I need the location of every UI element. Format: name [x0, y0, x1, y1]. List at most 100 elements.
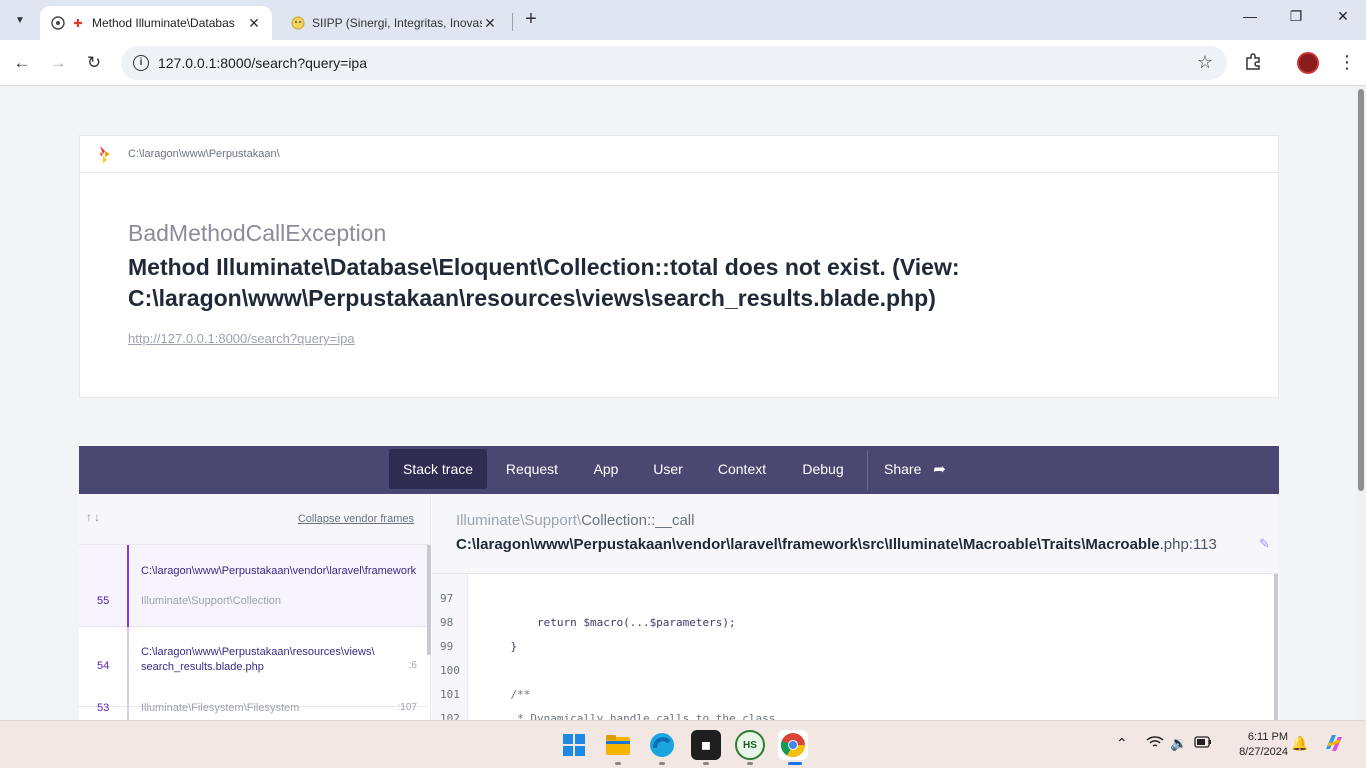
line-code: }	[484, 640, 518, 653]
line-code: /**	[484, 688, 531, 701]
error-card-header: C:\laragon\www\Perpustakaan\	[80, 136, 1278, 173]
extensions-icon[interactable]	[1244, 52, 1262, 75]
line-number: 99	[440, 640, 454, 653]
code-line: 99 }	[432, 640, 1272, 660]
line-number: 101	[440, 688, 460, 701]
error-card: C:\laragon\www\Perpustakaan\ BadMethodCa…	[79, 135, 1279, 398]
ignition-logo-icon	[98, 144, 112, 164]
tab-request[interactable]: Request	[497, 449, 567, 489]
close-window-icon[interactable]: ✕	[1329, 8, 1357, 32]
frame-file: C:\laragon\www\Perpustakaan\vendor\larav…	[141, 565, 417, 577]
page-scrollbar[interactable]	[1356, 87, 1366, 720]
tab-active[interactable]: ✚ Method Illuminate\Databas ✕	[40, 6, 272, 40]
code-line: 102 * Dynamically handle calls to the cl…	[432, 712, 1272, 720]
windows-start-icon[interactable]	[559, 730, 589, 760]
notification-bell-icon[interactable]: 🔔	[1291, 735, 1308, 752]
code-line: 101 /**	[432, 688, 1272, 708]
battery-icon[interactable]	[1194, 735, 1212, 751]
tab-context[interactable]: Context	[707, 449, 777, 489]
stack-trace-panel: ↑↓ Collapse vendor frames C:\laragon\www…	[79, 494, 1279, 720]
forward-icon[interactable]: →	[46, 51, 70, 75]
windows-taskbar: ◼ HS ⌃ 🔉 6:11 PM 8/27/2024 🔔	[0, 720, 1366, 768]
class-namespace: Illuminate\Support\	[456, 512, 582, 529]
frame-item[interactable]: 53 Illuminate\Filesystem\Filesystem :107	[79, 694, 427, 720]
tab-divider	[512, 13, 513, 31]
running-indicator	[747, 762, 753, 765]
tab-title: SIIPP (Sinergi, Integritas, Inovasi	[312, 16, 482, 30]
heidisql-icon[interactable]: HS	[735, 730, 765, 760]
show-hidden-icons-icon[interactable]: ⌃	[1116, 735, 1128, 752]
collapse-vendor-frames-link[interactable]: Collapse vendor frames	[298, 513, 414, 525]
copilot-icon[interactable]	[1322, 731, 1346, 758]
frame-nav-arrows-icon[interactable]: ↑↓	[86, 510, 102, 524]
frame-class: Illuminate\Filesystem\Filesystem	[141, 702, 300, 714]
frame-number: 54	[97, 660, 110, 672]
frame-number: 53	[97, 702, 110, 714]
globe-icon	[50, 15, 66, 31]
close-tab-icon[interactable]: ✕	[482, 15, 498, 32]
code-scrollbar[interactable]	[1274, 574, 1278, 720]
running-indicator	[703, 762, 709, 765]
close-tab-icon[interactable]: ✕	[246, 15, 262, 32]
flame-favicon-icon: ✚	[73, 17, 83, 30]
exception-class: BadMethodCallException	[128, 220, 387, 246]
code-snippet: 97 98 return $macro(...$parameters); 99 …	[432, 574, 1279, 720]
capcut-icon[interactable]: ◼	[691, 730, 721, 760]
tab-navigation: Stack trace Request App User Context Deb…	[79, 446, 1279, 494]
running-indicator	[659, 762, 665, 765]
tab-stack-trace[interactable]: Stack trace	[389, 449, 487, 489]
exception-message: Method Illuminate\Database\Eloquent\Coll…	[128, 254, 960, 311]
tab-search-button[interactable]: ▼	[8, 8, 32, 32]
system-clock[interactable]: 6:11 PM 8/27/2024	[1222, 730, 1288, 760]
browser-toolbar: ← → ↻ i 127.0.0.1:8000/search?query=ipa …	[0, 40, 1366, 86]
tab-app[interactable]: App	[582, 449, 630, 489]
bookmark-star-icon[interactable]: ☆	[1197, 52, 1213, 73]
tab-inactive[interactable]: SIIPP (Sinergi, Integritas, Inovasi ✕	[276, 6, 508, 40]
frame-file-name: search_results.blade.php	[141, 661, 264, 673]
file-explorer-icon[interactable]	[603, 730, 633, 760]
line-code: * Dynamically handle calls to the class.	[484, 712, 783, 720]
frame-line: :6	[408, 660, 417, 671]
address-bar[interactable]: i 127.0.0.1:8000/search?query=ipa ☆	[121, 46, 1227, 80]
edit-pencil-icon[interactable]: ✎	[1259, 536, 1270, 552]
site-favicon-icon	[290, 15, 306, 31]
chrome-icon[interactable]	[778, 730, 808, 760]
request-url-link[interactable]: http://127.0.0.1:8000/search?query=ipa	[128, 331, 355, 346]
minimize-icon[interactable]: —	[1236, 8, 1264, 32]
wifi-icon[interactable]	[1146, 735, 1164, 752]
file-path: C:\laragon\www\Perpustakaan\vendor\larav…	[456, 536, 1160, 553]
site-info-icon[interactable]: i	[133, 55, 149, 71]
reload-icon[interactable]: ↻	[82, 51, 106, 75]
page-scrollbar-thumb[interactable]	[1358, 89, 1364, 491]
restore-icon[interactable]: ❐	[1282, 8, 1310, 32]
tab-strip: ▼ ✚ Method Illuminate\Databas ✕ SIIPP (S…	[0, 0, 1366, 40]
edge-browser-icon[interactable]	[647, 730, 677, 760]
new-tab-button[interactable]: +	[520, 9, 542, 31]
more-menu-icon[interactable]: ⋮	[1338, 50, 1356, 74]
line-number: 102	[440, 712, 460, 720]
frame-bar	[127, 694, 129, 720]
frame-detail-header: Illuminate\Support\Collection::__call C:…	[432, 494, 1279, 574]
frame-number: 55	[97, 595, 110, 607]
frame-file: C:\laragon\www\Perpustakaan\resources\vi…	[141, 646, 375, 658]
share-button[interactable]: Share ➦	[884, 449, 960, 489]
back-icon[interactable]: ←	[10, 51, 34, 75]
volume-icon[interactable]: 🔉	[1170, 735, 1187, 752]
frames-scrollbar[interactable]	[427, 545, 431, 655]
line-number: 97	[440, 592, 454, 605]
frame-detail-class: Illuminate\Support\Collection::__call	[456, 512, 694, 529]
clock-date: 8/27/2024	[1239, 746, 1288, 758]
frame-line: :107	[397, 702, 417, 713]
tab-user[interactable]: User	[645, 449, 691, 489]
tab-debug[interactable]: Debug	[792, 449, 854, 489]
url-text[interactable]: 127.0.0.1:8000/search?query=ipa	[158, 55, 367, 71]
frame-detail: Illuminate\Support\Collection::__call C:…	[432, 494, 1279, 720]
frames-list: ↑↓ Collapse vendor frames C:\laragon\www…	[79, 494, 431, 720]
line-number: 100	[440, 664, 460, 677]
code-line: 97	[432, 592, 1272, 612]
profile-avatar[interactable]	[1297, 52, 1319, 74]
running-indicator	[615, 762, 621, 765]
class-method: Collection::__call	[581, 512, 695, 529]
clock-time: 6:11 PM	[1247, 731, 1288, 743]
frame-item-selected[interactable]: C:\laragon\www\Perpustakaan\vendor\larav…	[79, 545, 427, 627]
